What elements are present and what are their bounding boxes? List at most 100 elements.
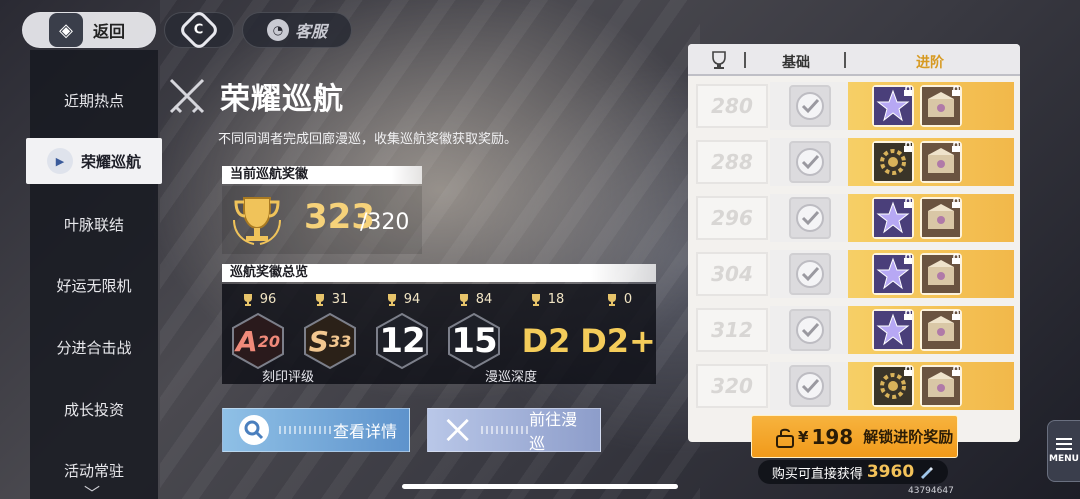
reward-level-value: 312 [711, 318, 753, 342]
badge-count-value: 94 [403, 292, 421, 307]
advanced-reward-slot[interactable] [848, 82, 1014, 130]
overview-badge-item: 94 12 [369, 292, 435, 371]
advanced-reward-item[interactable] [872, 85, 914, 127]
advanced-reward-item[interactable] [872, 253, 914, 295]
rank-badge: 12 [372, 311, 432, 371]
reward-row[interactable]: 296 [696, 194, 1016, 242]
advanced-reward-item[interactable] [920, 197, 962, 239]
customer-service-label: 客服 [294, 22, 327, 41]
sidebar-item-glory-cruise[interactable]: ▶ 荣耀巡航 [26, 138, 162, 184]
menu-button[interactable]: MENU [1047, 420, 1080, 482]
rank-badge: A 20 [228, 311, 288, 371]
reward-track-panel[interactable]: 基础 进阶 280 288 296 304 312 320 [688, 44, 1020, 442]
sidebar-item-label: 活动常驻 [63, 461, 124, 480]
button-stripe [279, 426, 331, 434]
reward-row[interactable]: 312 [696, 306, 1016, 354]
badge-count: 96 [225, 292, 291, 307]
current-emblems-max: /320 [360, 210, 410, 235]
rank-badge-label: 12 [372, 311, 432, 371]
sidebar-item-recent[interactable]: 近期热点 [30, 77, 158, 123]
basic-reward-item[interactable] [789, 141, 831, 183]
trophy-icon [233, 197, 281, 245]
reward-row[interactable]: 304 [696, 250, 1016, 298]
back-button[interactable]: ◈ 返回 [22, 12, 156, 48]
advanced-reward-item[interactable] [872, 365, 914, 407]
rank-badge: D2 [516, 311, 576, 371]
basic-reward-item[interactable] [789, 309, 831, 351]
basic-tier-label: 基础 [782, 55, 810, 71]
lock-icon [904, 365, 912, 376]
checkmark-icon [796, 204, 824, 232]
chevron-down-icon[interactable]: ﹀ [84, 480, 100, 499]
advanced-reward-item[interactable] [872, 309, 914, 351]
lock-icon [952, 141, 960, 152]
crossed-swords-icon [169, 78, 205, 114]
advanced-reward-item[interactable] [920, 365, 962, 407]
home-button[interactable]: C [164, 8, 234, 52]
overview-badge-item: 96 A 20 [225, 292, 291, 371]
advanced-reward-item[interactable] [920, 253, 962, 295]
basic-reward-slot[interactable] [770, 138, 850, 186]
page-title: 荣耀巡航 [220, 82, 344, 117]
overview-badge-item: 18 D2 [513, 292, 579, 371]
rank-badge-text: S [308, 324, 329, 358]
advanced-reward-slot[interactable] [848, 306, 1014, 354]
lock-icon [904, 253, 912, 264]
advanced-reward-item[interactable] [872, 197, 914, 239]
sidebar-item-pincer-battle[interactable]: 分进合击战 [30, 324, 158, 370]
basic-reward-item[interactable] [789, 365, 831, 407]
crossed-swords-icon [446, 418, 469, 442]
reward-row[interactable]: 320 [696, 362, 1016, 410]
advanced-reward-slot[interactable] [848, 138, 1014, 186]
advanced-reward-slot[interactable] [848, 362, 1014, 410]
advanced-reward-slot[interactable] [848, 194, 1014, 242]
rank-badge-label: D2+ [580, 311, 656, 371]
go-cruise-button[interactable]: 前往漫巡 [427, 408, 601, 453]
reward-row[interactable]: 280 [696, 82, 1016, 130]
go-cruise-label: 前往漫巡 [529, 410, 578, 453]
advanced-reward-item[interactable] [920, 309, 962, 351]
sidebar: 近期热点 ▶ 荣耀巡航 叶脉联结 好运无限机 分进合击战 成长投资 活动常驻 ﹀ [26, 50, 162, 499]
basic-reward-item[interactable] [789, 253, 831, 295]
rank-badge-label: S 33 [300, 311, 360, 371]
reward-level: 312 [696, 308, 768, 352]
basic-reward-item[interactable] [789, 85, 831, 127]
view-details-button[interactable]: 查看详情 [222, 408, 410, 452]
lock-icon [952, 85, 960, 96]
unlock-advanced-button[interactable]: ¥ 198 解锁进阶奖励 [751, 415, 958, 458]
home-indicator[interactable] [402, 484, 678, 489]
lock-icon [776, 428, 794, 448]
lock-icon [952, 365, 960, 376]
rank-badge-text: D2 [521, 322, 571, 360]
currency-symbol: ¥ [798, 427, 809, 446]
menu-label: MENU [1049, 454, 1079, 464]
magnifier-icon [239, 415, 269, 445]
badge-count: 84 [441, 292, 507, 307]
advanced-reward-item[interactable] [920, 85, 962, 127]
rank-badge-text: 15 [451, 321, 497, 361]
game-logo-icon: ◈ [49, 13, 83, 47]
sidebar-item-leaf-link[interactable]: 叶脉联结 [30, 201, 158, 247]
advanced-reward-slot[interactable] [848, 250, 1014, 298]
basic-reward-slot[interactable] [770, 194, 850, 242]
basic-reward-slot[interactable] [770, 250, 850, 298]
basic-reward-slot[interactable] [770, 82, 850, 130]
headset-icon: ◔ [266, 19, 289, 41]
basic-reward-slot[interactable] [770, 362, 850, 410]
sidebar-item-growth-invest[interactable]: 成长投资 [30, 386, 158, 432]
badge-count: 18 [513, 292, 579, 307]
reward-level-value: 304 [711, 262, 753, 286]
play-icon: ▶ [46, 148, 73, 174]
advanced-reward-item[interactable] [920, 141, 962, 183]
basic-reward-item[interactable] [789, 197, 831, 239]
current-emblems-header: 当前巡航奖徽 [222, 166, 422, 184]
sidebar-item-lucky-machine[interactable]: 好运无限机 [30, 262, 158, 308]
checkmark-icon [796, 92, 824, 120]
rank-badge-text: D2+ [580, 322, 656, 360]
customer-service-button[interactable]: ◔ 客服 [242, 12, 352, 48]
reward-row[interactable]: 288 [696, 138, 1016, 186]
unlock-price: 198 [811, 424, 854, 449]
basic-reward-slot[interactable] [770, 306, 850, 354]
advanced-reward-item[interactable] [872, 141, 914, 183]
badge-count-value: 18 [547, 292, 565, 307]
